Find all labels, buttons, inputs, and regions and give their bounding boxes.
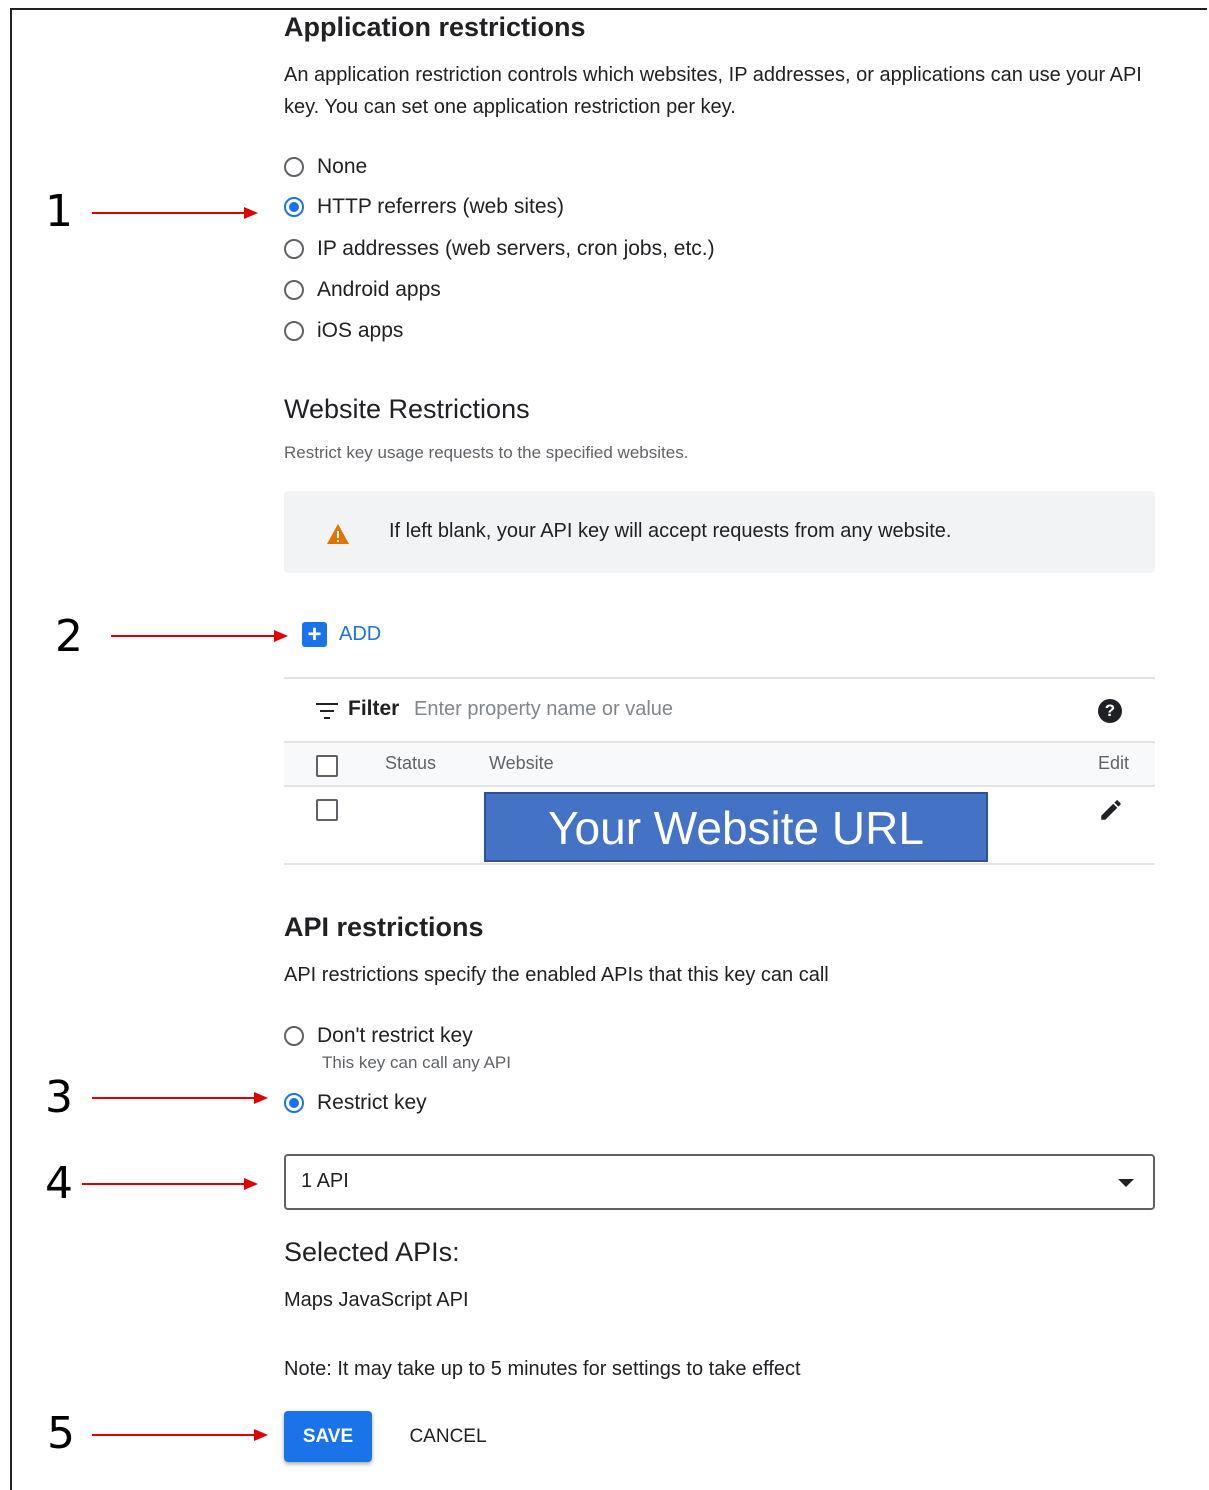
annotation-arrows [82, 207, 288, 1441]
arrow-icon [92, 1092, 268, 1104]
arrow-icon [111, 630, 288, 642]
arrow-icon [92, 207, 258, 219]
arrow-icon [92, 1429, 268, 1441]
arrow-icon [82, 1178, 258, 1190]
